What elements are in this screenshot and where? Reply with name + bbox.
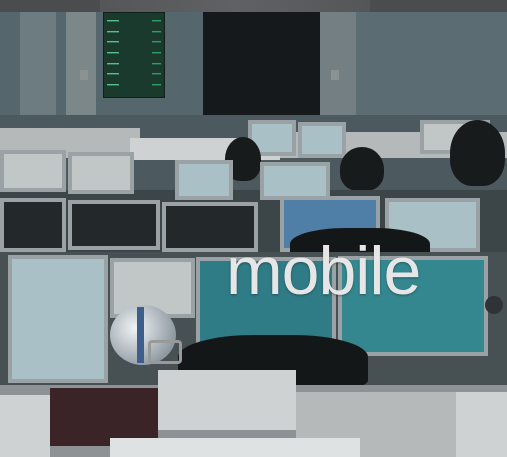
helmet-facemask xyxy=(148,340,182,364)
stock-board-cell: ▬▬▬ xyxy=(151,28,161,35)
desk xyxy=(456,392,507,457)
stock-board-row: ▬▬▬▬ ▬▬▬ xyxy=(107,48,161,59)
wall-switch xyxy=(80,70,88,80)
desk xyxy=(110,438,360,457)
stock-board-row: ▬▬▬▬ ▬▬▬ xyxy=(107,37,161,48)
wall-panel xyxy=(356,12,507,132)
stock-board-cell: ▬▬▬▬ xyxy=(107,81,120,88)
stock-board-row: ▬▬▬▬ ▬▬▬ xyxy=(107,58,161,69)
person xyxy=(450,120,505,186)
stock-board-cell: ▬▬▬▬ xyxy=(107,18,120,25)
stock-board: ▬▬▬▬ ▬▬▬ ▬▬▬▬ ▬▬▬ ▬▬▬▬ ▬▬▬ ▬▬▬▬ ▬▬▬ ▬▬▬▬… xyxy=(103,12,165,98)
stock-board-cell: ▬▬▬ xyxy=(151,39,161,46)
stock-board-cell: ▬▬▬ xyxy=(151,81,161,88)
wall-switch xyxy=(331,70,339,80)
stock-board-cell: ▬▬▬ xyxy=(151,71,161,78)
hero-banner: ▬▬▬▬ ▬▬▬ ▬▬▬▬ ▬▬▬ ▬▬▬▬ ▬▬▬ ▬▬▬▬ ▬▬▬ ▬▬▬▬… xyxy=(0,0,507,457)
monitor xyxy=(68,152,134,194)
stock-board-row: ▬▬▬▬ ▬▬▬ xyxy=(107,80,161,91)
desk xyxy=(158,370,296,430)
stock-board-cell: ▬▬▬▬ xyxy=(107,71,120,78)
stock-board-cell: ▬▬▬ xyxy=(151,50,161,57)
stock-board-cell: ▬▬▬▬ xyxy=(107,28,120,35)
helmet-stripe xyxy=(137,307,144,363)
monitor xyxy=(175,160,233,200)
person xyxy=(340,147,384,191)
stock-board-row: ▬▬▬▬ ▬▬▬ xyxy=(107,69,161,80)
monitor xyxy=(68,200,160,250)
stock-board-cell: ▬▬▬ xyxy=(151,60,161,67)
stock-board-cell: ▬▬▬ xyxy=(151,18,161,25)
monitor xyxy=(0,150,66,192)
wall-column xyxy=(20,12,56,132)
stock-board-cell: ▬▬▬▬ xyxy=(107,39,120,46)
monitor xyxy=(0,198,66,252)
stock-board-cell: ▬▬▬▬ xyxy=(107,50,120,57)
stock-board-row: ▬▬▬▬ ▬▬▬ xyxy=(107,27,161,38)
monitor xyxy=(260,162,330,200)
desk xyxy=(0,395,50,457)
top-strip xyxy=(0,0,507,12)
hero-headline: mobile xyxy=(226,233,421,309)
monitor xyxy=(298,122,346,158)
carousel-dot-icon[interactable] xyxy=(485,296,503,314)
stock-board-cell: ▬▬▬▬ xyxy=(107,60,120,67)
monitor xyxy=(8,255,108,383)
stock-board-row: ▬▬▬▬ ▬▬▬ xyxy=(107,16,161,27)
